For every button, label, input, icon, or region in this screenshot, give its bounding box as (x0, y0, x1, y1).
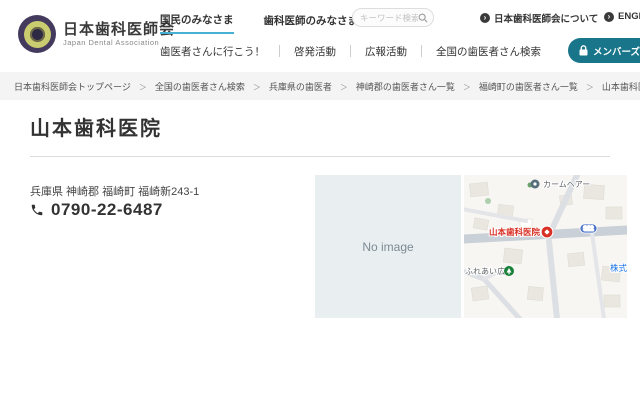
logo-text: 日本歯科医師会 Japan Dental Association (63, 21, 175, 47)
search-icon (418, 13, 428, 23)
english-link-label: ENGLISH (618, 11, 640, 22)
nav-dentists[interactable]: 歯科医師のみなさま (264, 13, 359, 33)
breadcrumb-town[interactable]: 福崎町の歯医者さん一覧 (479, 80, 602, 93)
nav-citizens[interactable]: 国民のみなさま (160, 12, 234, 34)
breadcrumb-search[interactable]: 全国の歯医者さん検索 (155, 80, 269, 93)
members-room-button[interactable]: メンバーズルーム (568, 38, 640, 63)
logo-subtitle: Japan Dental Association (63, 38, 175, 47)
map-embed[interactable]: カームヘアー 312 山本歯科医院 ふれあい広場 (464, 175, 627, 318)
breadcrumb: 日本歯科医師会トップページ 全国の歯医者さん検索 兵庫県の歯医者 神崎郡の歯医者… (0, 72, 640, 100)
page: 日本歯科医師会 Japan Dental Association 国民のみなさま… (0, 0, 640, 400)
map-poi-park[interactable]: ふれあい広場 (465, 266, 514, 276)
breadcrumb-district[interactable]: 神崎郡の歯医者さん一覧 (356, 80, 479, 93)
about-link-label: 日本歯科医師会について (494, 11, 598, 25)
map-route-number: 312 (583, 227, 594, 233)
clinic-phone-number: 0790-22-6487 (51, 200, 163, 220)
lock-icon (579, 45, 588, 56)
arrow-circle-icon: › (604, 12, 614, 22)
jda-emblem-icon (18, 15, 56, 53)
map-route-shield: 312 (580, 224, 597, 233)
clinic-phone-link[interactable]: 0790-22-6487 (30, 200, 163, 220)
clinic-photo-placeholder: No image (315, 175, 461, 318)
breadcrumb-current: 山本歯科医院 (602, 80, 640, 93)
nav-awareness[interactable]: 啓発活動 (280, 44, 350, 59)
phone-icon (30, 203, 44, 217)
no-image-label: No image (362, 240, 413, 254)
about-link[interactable]: › 日本歯科医師会について (480, 11, 598, 25)
breadcrumb-home[interactable]: 日本歯科医師会トップページ (14, 80, 155, 93)
map-poi-hair-label: カームヘアー (543, 180, 590, 189)
secondary-nav: 歯医者さんに行こう！ 啓発活動 広報活動 全国の歯医者さん検索 (160, 41, 555, 61)
page-title: 山本歯科医院 (30, 112, 162, 141)
clinic-address: 兵庫県 神崎郡 福崎町 福崎新243-1 (30, 183, 199, 199)
site-header: 日本歯科医師会 Japan Dental Association 国民のみなさま… (0, 0, 640, 72)
nav-dentist-search[interactable]: 全国の歯医者さん検索 (422, 44, 555, 59)
logo-title: 日本歯科医師会 (63, 21, 175, 38)
divider (30, 156, 610, 157)
map-poi-clinic[interactable]: 山本歯科医院 (489, 226, 553, 238)
arrow-circle-icon: › (480, 13, 490, 23)
site-logo[interactable]: 日本歯科医師会 Japan Dental Association (18, 15, 175, 53)
members-room-label: メンバーズルーム (593, 44, 640, 58)
map-poi-company-label[interactable]: 株式 (610, 263, 627, 273)
search-input[interactable] (360, 13, 418, 23)
nav-public-relations[interactable]: 広報活動 (351, 44, 421, 59)
map-poi-clinic-label: 山本歯科医院 (489, 227, 541, 237)
search-box[interactable] (352, 8, 434, 27)
english-link[interactable]: › ENGLISH (604, 11, 640, 22)
breadcrumb-prefecture[interactable]: 兵庫県の歯医者 (269, 80, 356, 93)
nav-go-to-dentist[interactable]: 歯医者さんに行こう！ (160, 44, 279, 59)
